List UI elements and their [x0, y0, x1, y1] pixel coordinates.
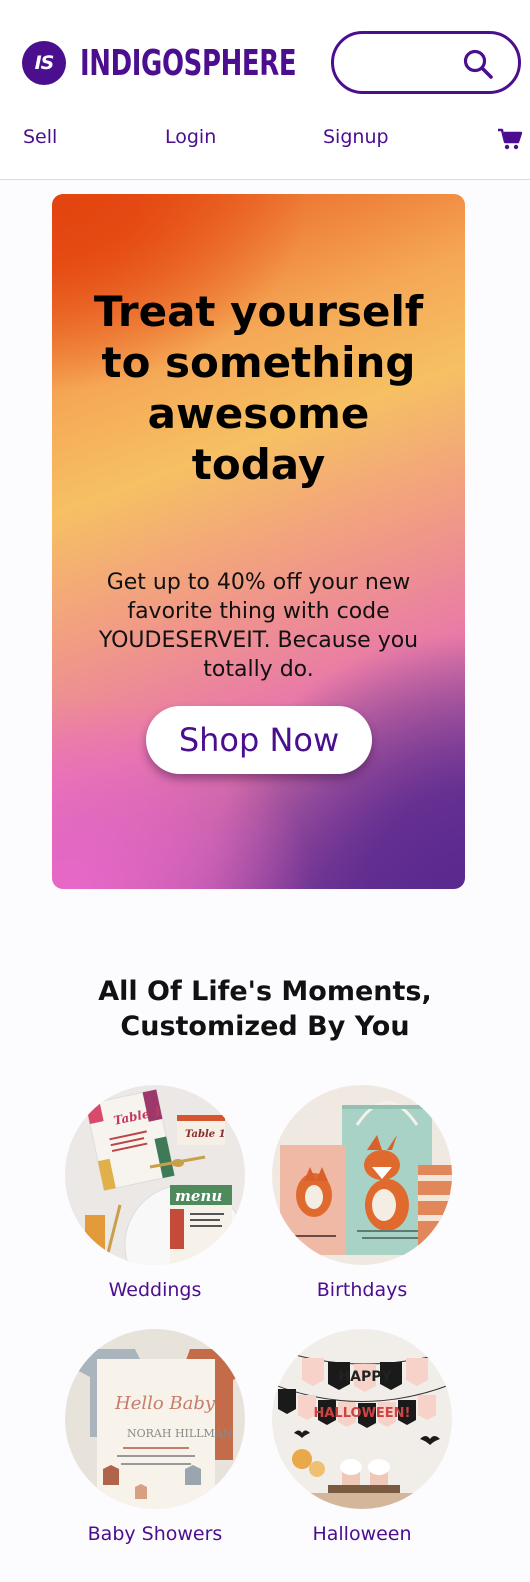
birthdays-illustration	[272, 1085, 452, 1265]
hero-title: Treat yourself to something awesome toda…	[93, 287, 424, 489]
moment-label-weddings: Weddings	[108, 1279, 202, 1301]
promo-hero: Treat yourself to something awesome toda…	[52, 194, 465, 889]
svg-text:HAPPY: HAPPY	[338, 1369, 392, 1385]
halloween-illustration: HAPPY HALLOWEEN!	[272, 1329, 452, 1509]
search-box[interactable]	[331, 31, 521, 94]
halloween-image: HAPPY HALLOWEEN!	[272, 1329, 452, 1509]
brand-name: INDIGOSPHERE	[80, 42, 297, 84]
cart-icon[interactable]	[498, 128, 522, 150]
search-input[interactable]	[352, 46, 462, 80]
nav-login-link[interactable]: Login	[165, 126, 216, 148]
moment-card-baby-showers[interactable]: Hello Baby NORAH HILLMAN Baby Showers	[65, 1329, 245, 1545]
shop-now-button[interactable]: Shop Now	[146, 706, 372, 774]
moment-card-birthdays[interactable]: Birthdays	[272, 1085, 452, 1301]
moment-label-birthdays: Birthdays	[316, 1279, 408, 1301]
moment-card-halloween[interactable]: HAPPY HALLOWEEN! Halloween	[272, 1329, 452, 1545]
birthdays-image	[272, 1085, 452, 1265]
hero-description: Get up to 40% off your new favorite thin…	[98, 570, 419, 682]
logo-mark-icon: IS	[22, 41, 66, 85]
moment-label-halloween: Halloween	[312, 1523, 412, 1545]
top-nav: Sell Login Signup	[0, 126, 530, 154]
moments-section-title: All Of Life's Moments, Customized By You	[98, 976, 432, 1042]
svg-text:menu: menu	[175, 1187, 222, 1205]
nav-signup-link[interactable]: Signup	[323, 126, 389, 148]
svg-text:HALLOWEEN!: HALLOWEEN!	[313, 1406, 410, 1421]
svg-text:Hello Baby: Hello Baby	[114, 1393, 216, 1414]
svg-text:Table 1: Table 1	[185, 1129, 226, 1140]
svg-text:NORAH HILLMAN: NORAH HILLMAN	[127, 1427, 233, 1440]
site-header: IS INDIGOSPHERE Sell Login Signup	[0, 0, 530, 180]
moment-card-weddings[interactable]: Table 1 Table 1 menu Weddings	[65, 1085, 245, 1301]
nav-sell-link[interactable]: Sell	[23, 126, 57, 148]
baby-showers-image: Hello Baby NORAH HILLMAN	[65, 1329, 245, 1509]
weddings-image: Table 1 Table 1 menu	[65, 1085, 245, 1265]
search-icon[interactable]	[462, 48, 494, 80]
baby-showers-illustration: Hello Baby NORAH HILLMAN	[65, 1329, 245, 1509]
brand-logo[interactable]: IS INDIGOSPHERE	[22, 40, 380, 86]
moment-label-baby-showers: Baby Showers	[87, 1523, 223, 1545]
weddings-illustration: Table 1 Table 1 menu	[65, 1085, 245, 1265]
